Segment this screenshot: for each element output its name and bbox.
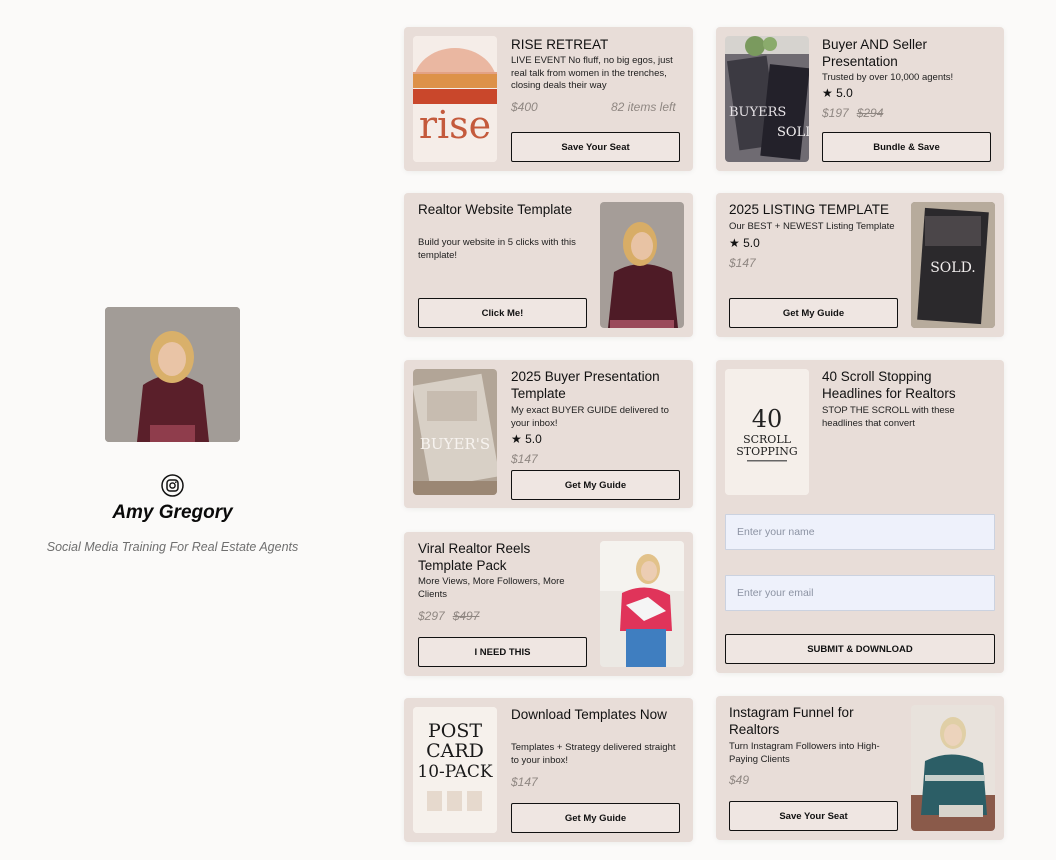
reels-thumbnail [600, 541, 684, 667]
reels-price: $297 $497 [418, 609, 480, 623]
email-field[interactable]: Enter your email [725, 575, 995, 611]
headlines-description: STOP THE SCROLL with these headlines tha… [822, 405, 955, 429]
download-templates-card[interactable]: POST CARD 10-PACK Download Templates Now… [404, 698, 693, 842]
download-price: $147 [511, 775, 538, 789]
profile-avatar [105, 307, 240, 442]
thumb-card-text: CARD [426, 740, 484, 762]
star-icon: ★ [822, 86, 833, 100]
buyer-seller-price: $197 $294 [822, 106, 884, 120]
sold-thumb-text: SOLD [777, 125, 809, 140]
listing-thumbnail: SOLD. [911, 202, 995, 328]
headlines-title: 40 Scroll Stopping Headlines for Realtor… [822, 369, 956, 401]
buyer-seller-rating: ★ 5.0 [822, 86, 853, 100]
name-field[interactable]: Enter your name [725, 514, 995, 550]
instagram-funnel-title: Instagram Funnel for Realtors [729, 705, 854, 737]
thumb-10pack-text: 10-PACK [417, 762, 493, 782]
i-need-this-button[interactable]: I NEED THIS [418, 637, 587, 667]
website-title: Realtor Website Template [418, 202, 573, 217]
save-seat-button[interactable]: Save Your Seat [511, 132, 680, 162]
buyer-presentation-thumbnail: BUYER'S [413, 369, 497, 495]
reels-description: More Views, More Followers, More Clients [418, 576, 565, 600]
rise-thumbnail: rise [413, 36, 497, 162]
thumb-post-text: POST [428, 720, 482, 742]
bundle-save-button[interactable]: Bundle & Save [822, 132, 991, 162]
rise-price: $400 [511, 100, 538, 114]
instagram-save-seat-button[interactable]: Save Your Seat [729, 801, 898, 831]
instagram-funnel-thumbnail [911, 705, 995, 831]
website-description: Build your website in 5 clicks with this… [418, 237, 576, 261]
buyer-presentation-get-guide-button[interactable]: Get My Guide [511, 470, 680, 500]
thumb-40-text: 40 [752, 405, 783, 433]
viral-reels-card[interactable]: Viral Realtor Reels Template Pack More V… [404, 532, 693, 676]
star-icon: ★ [511, 432, 522, 446]
download-description: Templates + Strategy delivered straight … [511, 742, 676, 766]
rise-stock: 82 items left [611, 100, 676, 114]
profile-tagline: Social Media Training For Real Estate Ag… [46, 540, 299, 554]
profile-name: Amy Gregory [112, 502, 233, 523]
website-thumbnail [600, 202, 684, 328]
postcard-thumbnail: POST CARD 10-PACK [413, 707, 497, 833]
profile-panel: Amy Gregory Social Media Training For Re… [0, 0, 345, 860]
listing-rating: ★ 5.0 [729, 236, 760, 250]
rise-description: LIVE EVENT No fluff, no big egos, just r… [511, 55, 673, 91]
buyer-presentation-card[interactable]: BUYER'S 2025 Buyer Presentation Template… [404, 360, 693, 508]
buyer-seller-card[interactable]: BUYERS SOLD Buyer AND Seller Presentatio… [716, 27, 1004, 171]
headlines-thumbnail: 40 SCROLL STOPPING [725, 369, 809, 495]
headlines-card[interactable]: 40 SCROLL STOPPING 40 Scroll Stopping He… [716, 360, 1004, 673]
buyer-seller-title: Buyer AND Seller Presentation [822, 37, 928, 69]
rise-retreat-card[interactable]: rise RISE RETREAT LIVE EVENT No fluff, n… [404, 27, 693, 171]
listing-template-card[interactable]: 2025 LISTING TEMPLATE Our BEST + NEWEST … [716, 193, 1004, 337]
listing-price: $147 [729, 256, 756, 270]
buyer-presentation-rating: ★ 5.0 [511, 432, 542, 446]
instagram-funnel-card[interactable]: Instagram Funnel for Realtors Turn Insta… [716, 696, 1004, 840]
listing-description: Our BEST + NEWEST Listing Template [729, 221, 895, 232]
listing-sold-text: SOLD. [930, 260, 976, 276]
buyers-thumb-text: BUYER'S [420, 435, 490, 453]
download-get-guide-button[interactable]: Get My Guide [511, 803, 680, 833]
buyer-presentation-title: 2025 Buyer Presentation Template [511, 369, 660, 401]
click-me-button[interactable]: Click Me! [418, 298, 587, 328]
thumb-stopping-text: STOPPING [736, 445, 797, 458]
listing-title: 2025 LISTING TEMPLATE [729, 202, 890, 217]
rise-thumb-text: rise [419, 103, 491, 147]
buyer-presentation-description: My exact BUYER GUIDE delivered to your i… [511, 405, 669, 429]
rise-title: RISE RETREAT [511, 37, 609, 52]
submit-download-button[interactable]: SUBMIT & DOWNLOAD [725, 634, 995, 664]
buyer-presentation-price: $147 [511, 452, 538, 466]
buyer-seller-thumbnail: BUYERS SOLD [725, 36, 809, 162]
listing-get-guide-button[interactable]: Get My Guide [729, 298, 898, 328]
star-icon: ★ [729, 236, 740, 250]
instagram-funnel-price: $49 [729, 773, 750, 787]
realtor-website-card[interactable]: Realtor Website Template Build your webs… [404, 193, 693, 337]
reels-title: Viral Realtor Reels Template Pack [418, 541, 531, 573]
buyer-seller-description: Trusted by over 10,000 agents! [822, 72, 954, 83]
instagram-icon[interactable] [161, 474, 184, 497]
buyer-thumb-text: BUYERS [729, 105, 786, 120]
download-title: Download Templates Now [511, 707, 667, 722]
instagram-funnel-description: Turn Instagram Followers into High-Payin… [729, 741, 880, 765]
